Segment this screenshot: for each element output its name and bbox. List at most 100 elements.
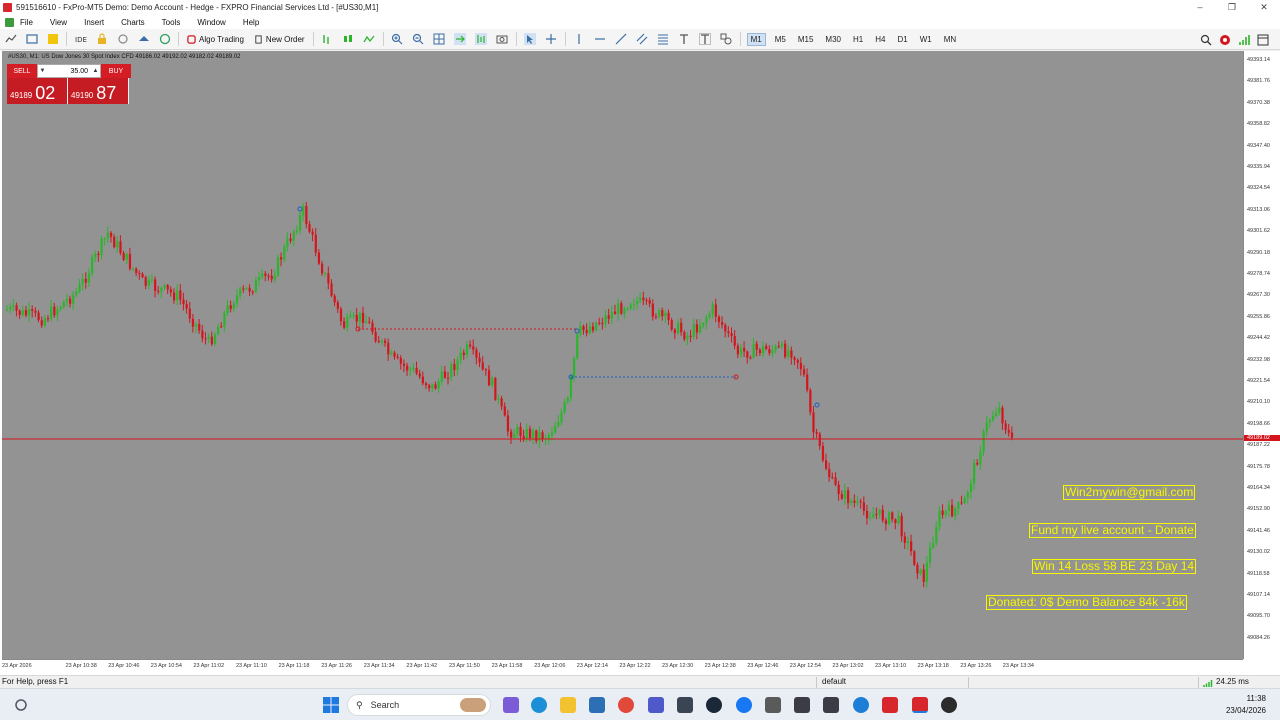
grid-icon[interactable]: [433, 33, 446, 46]
lot-size-value[interactable]: 35.00: [47, 68, 91, 75]
chrome-icon[interactable]: [618, 697, 634, 713]
signal-strength-icon[interactable]: [1237, 33, 1250, 46]
candle: [897, 515, 900, 523]
edge-icon[interactable]: [531, 697, 547, 713]
lot-size-field[interactable]: ▼ 35.00 ▲: [37, 64, 101, 78]
overlay-email: Win2mywin@gmail.com: [1063, 485, 1196, 500]
bar-chart-icon[interactable]: [321, 33, 334, 46]
new-order-button[interactable]: New Order: [254, 35, 305, 44]
copilot-icon[interactable]: [503, 697, 519, 713]
cursor-icon[interactable]: [524, 33, 537, 46]
timeframe-m30[interactable]: M30: [822, 34, 844, 45]
steam-icon[interactable]: [706, 697, 722, 713]
menu-insert[interactable]: Insert: [84, 18, 104, 27]
notifications-icon[interactable]: [1218, 33, 1231, 46]
lock-icon[interactable]: [95, 33, 108, 46]
strategy-tester-icon[interactable]: [46, 33, 59, 46]
taskbar-clock[interactable]: 11:38 23/04/2026: [1226, 693, 1266, 717]
timeframe-m5[interactable]: M5: [772, 34, 789, 45]
candle: [730, 333, 733, 336]
timeframe-w1[interactable]: W1: [917, 34, 935, 45]
price-axis[interactable]: 49393.14 49381.76 49370.38 49358.82 49347.40…: [1243, 51, 1280, 659]
windows-start-icon[interactable]: [323, 697, 339, 713]
chart-shift-icon[interactable]: [475, 33, 488, 46]
crosshair-icon[interactable]: [545, 33, 558, 46]
file-explorer-icon[interactable]: [560, 697, 576, 713]
price-axis-label: 49393.14: [1247, 57, 1270, 63]
equidistant-channel-icon[interactable]: [636, 33, 649, 46]
timeframe-m15[interactable]: M15: [795, 34, 817, 45]
timeframe-mn[interactable]: MN: [941, 34, 959, 45]
timeframe-h4[interactable]: H4: [872, 34, 888, 45]
price-axis-label: 49381.76: [1247, 78, 1270, 85]
notepad-icon[interactable]: [765, 697, 781, 713]
ide-icon[interactable]: IDE: [74, 33, 87, 46]
ask-price-box[interactable]: 49190 87: [68, 78, 129, 104]
facebook-icon[interactable]: [736, 697, 752, 713]
timeframe-d1[interactable]: D1: [894, 34, 910, 45]
price-axis-label: 49347.40: [1247, 142, 1270, 149]
widgets-icon[interactable]: [14, 698, 28, 712]
price-axis-label: 49141.46: [1247, 527, 1270, 534]
horizontal-line-icon[interactable]: [594, 33, 607, 46]
menu-app-icon[interactable]: [5, 17, 14, 27]
menu-window[interactable]: Window: [197, 18, 225, 27]
buy-button[interactable]: BUY: [101, 64, 131, 78]
signals-icon[interactable]: [116, 33, 129, 46]
trendline-icon[interactable]: [615, 33, 628, 46]
menu-view[interactable]: View: [50, 18, 67, 27]
vps-icon[interactable]: [158, 33, 171, 46]
terminal-icon[interactable]: [677, 697, 693, 713]
menu-file[interactable]: File: [20, 18, 33, 27]
taskbar-search[interactable]: ⚲ Search: [347, 694, 491, 716]
obs-icon[interactable]: [941, 697, 957, 713]
status-profile[interactable]: default: [822, 677, 846, 686]
restore-icon[interactable]: ❐: [1216, 0, 1248, 15]
sell-button[interactable]: SELL: [7, 64, 37, 78]
teams-icon[interactable]: [648, 697, 664, 713]
app-icon-2[interactable]: [823, 697, 839, 713]
expand-icon[interactable]: [1256, 33, 1269, 46]
fxpro-mt5-active-icon[interactable]: [912, 697, 928, 713]
screenshot-icon[interactable]: [496, 33, 509, 46]
timeframe-m1[interactable]: M1: [746, 32, 766, 46]
menu-charts[interactable]: Charts: [121, 18, 145, 27]
time-axis-label: 23 Apr 11:58: [491, 663, 523, 669]
text-icon[interactable]: [678, 33, 691, 46]
candles-icon[interactable]: [342, 33, 355, 46]
shapes-icon[interactable]: [720, 33, 733, 46]
candle: [314, 234, 317, 253]
new-chart-icon[interactable]: [4, 33, 17, 46]
lot-increase-icon[interactable]: ▲: [91, 68, 100, 74]
candle: [242, 288, 245, 290]
market-icon[interactable]: [137, 33, 150, 46]
menu-tools[interactable]: Tools: [162, 18, 181, 27]
candle: [453, 363, 456, 370]
app-icon-3[interactable]: [853, 697, 869, 713]
candle: [654, 316, 658, 318]
time-axis[interactable]: 23 Apr 2026 23 Apr 10:38 23 Apr 10:46 23 Ap…: [2, 659, 1243, 675]
profiles-icon[interactable]: [25, 33, 38, 46]
bid-price-box[interactable]: 49189 02: [7, 78, 68, 104]
search-icon[interactable]: [1199, 33, 1212, 46]
menu-help[interactable]: Help: [243, 18, 259, 27]
chart-panel[interactable]: #US30, M1: US Dow Jones 30 Spot Index CF…: [2, 51, 1243, 659]
candle: [765, 346, 768, 350]
auto-scroll-icon[interactable]: [454, 33, 467, 46]
time-axis-label: 23 Apr 13:26: [960, 663, 992, 669]
algo-trading-button[interactable]: Algo Trading: [187, 35, 244, 44]
fxpro-mt5-icon[interactable]: [882, 697, 898, 713]
close-icon[interactable]: ✕: [1248, 0, 1280, 15]
timeframe-h1[interactable]: H1: [850, 34, 866, 45]
zoom-out-icon[interactable]: [412, 33, 425, 46]
fibonacci-icon[interactable]: [657, 33, 670, 46]
minimize-icon[interactable]: –: [1184, 0, 1216, 15]
vertical-line-icon[interactable]: [573, 33, 586, 46]
candle: [708, 313, 711, 318]
zoom-in-icon[interactable]: [391, 33, 404, 46]
store-icon[interactable]: [589, 697, 605, 713]
lot-decrease-icon[interactable]: ▼: [38, 68, 47, 74]
text-label-icon[interactable]: [699, 33, 712, 46]
line-chart-icon[interactable]: [363, 33, 376, 46]
app-icon-1[interactable]: [794, 697, 810, 713]
